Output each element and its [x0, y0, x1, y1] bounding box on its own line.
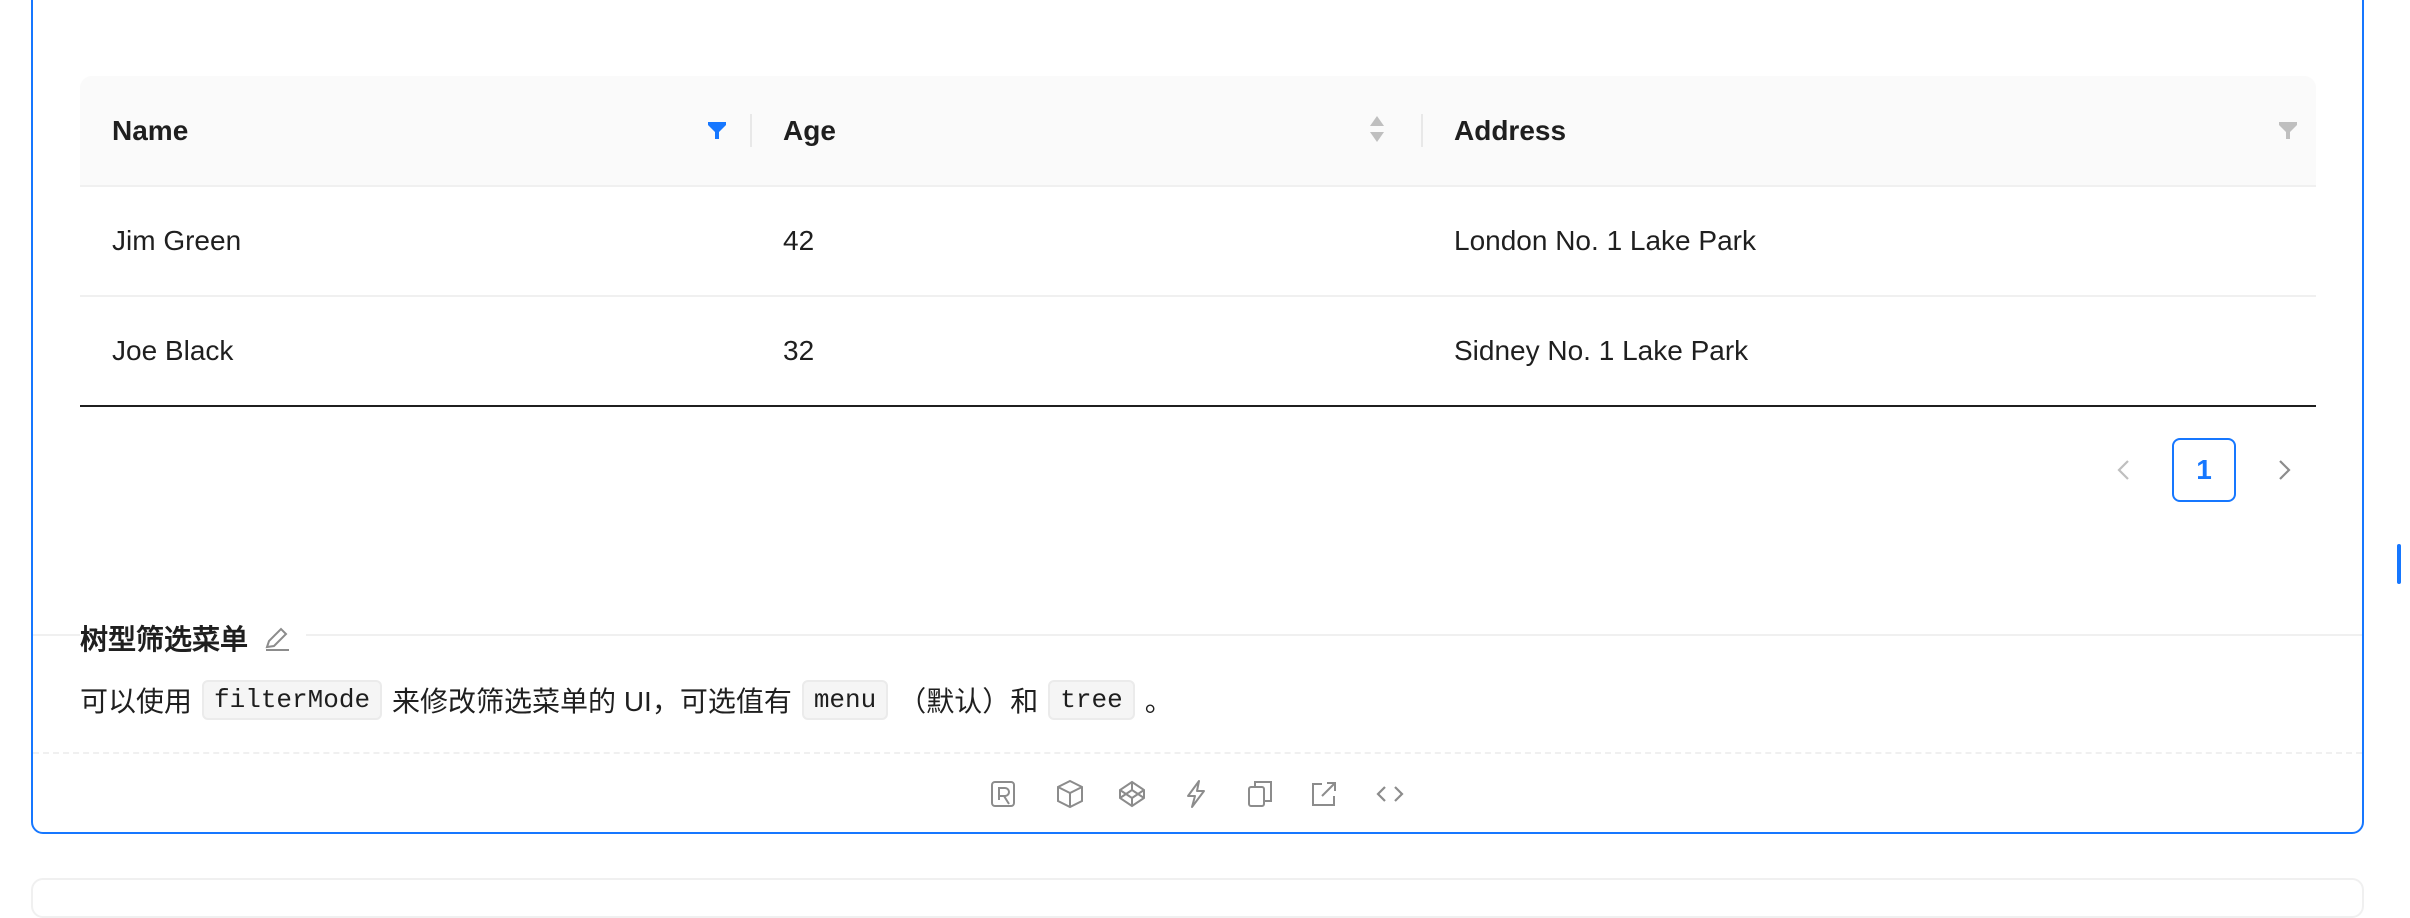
- stackblitz-button[interactable]: [1176, 774, 1216, 814]
- filter-icon[interactable]: [705, 118, 729, 142]
- column-header-name[interactable]: Name: [80, 76, 751, 185]
- cell-address: London No. 1 Lake Park: [1454, 225, 1756, 256]
- cell-age: 42: [783, 225, 815, 256]
- codepen-icon: [1119, 780, 1145, 808]
- copy-icon: [1248, 781, 1272, 807]
- sandbox-button[interactable]: [1050, 774, 1090, 814]
- pagination-prev-button[interactable]: [2100, 438, 2148, 502]
- cell-name: Joe Black: [112, 335, 234, 366]
- code-actions: [0, 774, 2410, 814]
- section-title-text: 树型筛选菜单: [80, 624, 249, 655]
- pagination-next-button[interactable]: [2260, 438, 2308, 502]
- edit-icon[interactable]: [262, 623, 292, 653]
- column-header-label: Address: [1454, 114, 1567, 146]
- filter-icon[interactable]: [2276, 118, 2300, 142]
- desc-text: 来修改筛选菜单的 UI，可选值有: [392, 686, 792, 717]
- actions-divider: [33, 752, 2362, 754]
- sandbox-icon: [1057, 779, 1083, 809]
- table-row: Joe Black 32 Sidney No. 1 Lake Park: [80, 297, 2316, 407]
- chevron-right-icon: [2279, 460, 2291, 480]
- section-description: 可以使用 filterMode 来修改筛选菜单的 UI，可选值有 menu （默…: [80, 678, 1173, 722]
- section-divider: [33, 634, 2362, 636]
- copy-button[interactable]: [1240, 774, 1280, 814]
- desc-text: 。: [1144, 686, 1173, 717]
- column-header-label: Age: [783, 114, 836, 146]
- open-new-icon: [1312, 782, 1336, 806]
- column-header-age[interactable]: Age: [751, 76, 1422, 185]
- ai-button[interactable]: [984, 774, 1024, 814]
- table-header: Name Age Address: [80, 76, 2316, 187]
- data-table: Name Age Address Jim Green 42 London No.…: [80, 76, 2316, 407]
- cell-name: Jim Green: [112, 225, 242, 256]
- stackblitz-icon: [1187, 780, 1205, 808]
- open-new-button[interactable]: [1304, 774, 1344, 814]
- code-icon: [1376, 786, 1404, 802]
- desc-text: （默认）和: [898, 686, 1039, 717]
- cell-address: Sidney No. 1 Lake Park: [1454, 335, 1749, 366]
- inline-code: tree: [1048, 680, 1135, 720]
- scroll-indicator: [2397, 544, 2401, 584]
- column-header-label: Name: [112, 114, 189, 146]
- next-demo-card: [31, 878, 2364, 918]
- inline-code: filterMode: [202, 680, 383, 720]
- inline-code: menu: [801, 680, 889, 720]
- chevron-left-icon: [2117, 460, 2129, 480]
- column-header-address[interactable]: Address: [1422, 76, 2316, 185]
- sort-icon[interactable]: [1367, 113, 1387, 145]
- section-title: 树型筛选菜单: [80, 618, 307, 658]
- codepen-button[interactable]: [1112, 774, 1152, 814]
- cell-age: 32: [783, 335, 815, 366]
- table-row: Jim Green 42 London No. 1 Lake Park: [80, 187, 2316, 297]
- pagination-page-button[interactable]: 1: [2172, 438, 2236, 502]
- ai-icon: [991, 781, 1015, 807]
- desc-text: 可以使用: [80, 686, 193, 717]
- show-code-button[interactable]: [1370, 774, 1410, 814]
